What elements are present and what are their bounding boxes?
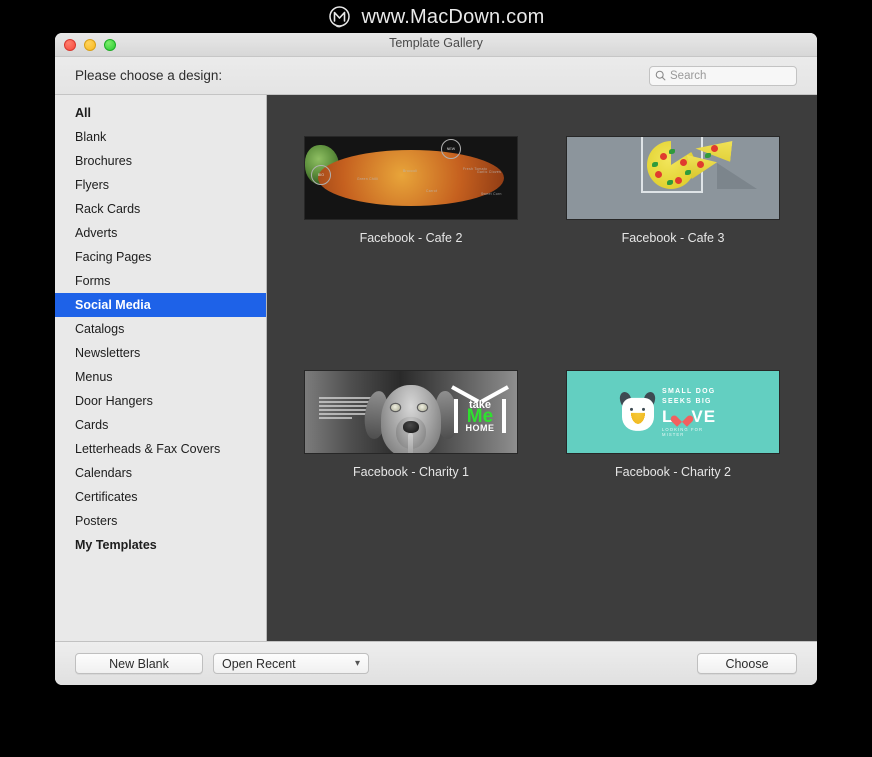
pepperoni-art: [711, 145, 718, 152]
basil-art: [685, 170, 691, 175]
charity2-lockup: SMALL DOG SEEKS BIG L VE LOOKING FOR MIS…: [618, 387, 726, 437]
headline-line-3: L VE: [662, 408, 726, 425]
chalk-label: Garlic Cloves: [477, 170, 502, 174]
chalk-label: Sweet Corn: [481, 192, 502, 196]
choose-button[interactable]: Choose: [697, 653, 797, 674]
dog-nose-art: [403, 421, 419, 433]
window-titlebar: Template Gallery: [55, 33, 817, 57]
charity2-text-block: SMALL DOG SEEKS BIG L VE LOOKING FOR MIS…: [662, 387, 726, 437]
heart-icon: [675, 410, 689, 423]
window-footer: New Blank Open Recent ▾ Choose: [55, 641, 817, 685]
sidebar-item-cards[interactable]: Cards: [55, 413, 266, 437]
sidebar-item-menus[interactable]: Menus: [55, 365, 266, 389]
basil-art: [667, 180, 673, 185]
template-thumbnail-teal-small-dog[interactable]: SMALL DOG SEEKS BIG L VE LOOKING FOR MIS…: [567, 371, 779, 453]
sidebar-item-calendars[interactable]: Calendars: [55, 461, 266, 485]
headline-ve-letters: VE: [691, 407, 717, 427]
dog-photo-art: [362, 377, 460, 453]
macdown-circle-m-logo: [329, 5, 351, 27]
window-body: All Blank Brochures Flyers Rack Cards Ad…: [55, 95, 817, 641]
pepperoni-art: [697, 161, 704, 168]
badge-bio: BIO: [311, 165, 331, 185]
sidebar-item-flyers[interactable]: Flyers: [55, 173, 266, 197]
new-blank-button[interactable]: New Blank: [75, 653, 203, 674]
sidebar-item-newsletters[interactable]: Newsletters: [55, 341, 266, 365]
pepperoni-art: [660, 153, 667, 160]
sidebar-item-certificates[interactable]: Certificates: [55, 485, 266, 509]
macdown-watermark-banner: www.MacDown.com: [0, 0, 872, 34]
basil-art: [652, 162, 658, 167]
template-label: Facebook - Charity 2: [614, 465, 732, 479]
sidebar-item-posters[interactable]: Posters: [55, 509, 266, 533]
search-icon: [655, 70, 666, 81]
dog-eye-art: [418, 404, 427, 411]
headline-line-2: SEEKS BIG: [661, 398, 712, 405]
template-label: Facebook - Cafe 2: [359, 231, 463, 245]
sidebar-item-brochures[interactable]: Brochures: [55, 149, 266, 173]
template-gallery-window: Template Gallery Please choose a design:…: [55, 33, 817, 685]
headline-home: HOME: [465, 423, 495, 433]
sidebar-item-rack-cards[interactable]: Rack Cards: [55, 197, 266, 221]
sidebar-item-all[interactable]: All: [55, 101, 266, 125]
chevron-down-icon: ▾: [354, 658, 360, 669]
page-title: Please choose a design:: [75, 68, 223, 83]
dog-chest-art: [408, 433, 413, 453]
sidebar-item-adverts[interactable]: Adverts: [55, 221, 266, 245]
search-input[interactable]: [670, 69, 791, 82]
open-recent-dropdown[interactable]: Open Recent ▾: [213, 653, 369, 674]
template-card-facebook-cafe-2[interactable]: Fresh Tomato Sweet Corn Green Chilli Bro…: [301, 137, 521, 271]
headline-line-1: SMALL DOG: [661, 387, 716, 395]
sidebar-item-social-media[interactable]: Social Media: [55, 293, 266, 317]
sidebar-item-catalogs[interactable]: Catalogs: [55, 317, 266, 341]
badge-new: NEW: [441, 139, 461, 159]
template-thumbnail-gray-pizza-box[interactable]: [567, 137, 779, 219]
template-card-facebook-cafe-3[interactable]: Facebook - Cafe 3: [563, 137, 783, 271]
pepperoni-art: [655, 171, 662, 178]
sidebar-item-my-templates[interactable]: My Templates: [55, 533, 266, 557]
chalk-label: Green Chilli: [357, 177, 379, 181]
basil-art: [669, 149, 675, 154]
sidebar-item-forms[interactable]: Forms: [55, 269, 266, 293]
sidebar-item-door-hangers[interactable]: Door Hangers: [55, 389, 266, 413]
window-title: Template Gallery: [389, 36, 483, 50]
slice-shadow-art: [717, 163, 757, 189]
sidebar-item-blank[interactable]: Blank: [55, 125, 266, 149]
template-thumbnail-dark-food-photo[interactable]: Fresh Tomato Sweet Corn Green Chilli Bro…: [305, 137, 517, 219]
template-card-facebook-charity-2[interactable]: SMALL DOG SEEKS BIG L VE LOOKING FOR MIS…: [563, 371, 783, 505]
sidebar-item-facing-pages[interactable]: Facing Pages: [55, 245, 266, 269]
template-card-facebook-charity-1[interactable]: take Me HOME Facebook - Charity 1: [301, 371, 521, 505]
category-sidebar[interactable]: All Blank Brochures Flyers Rack Cards Ad…: [55, 95, 267, 641]
search-field[interactable]: [649, 65, 797, 86]
dog-eye-art: [391, 404, 400, 411]
chalk-label: Carrot: [426, 189, 438, 193]
open-recent-label: Open Recent: [222, 656, 296, 671]
chalk-label: Broccoli: [403, 169, 418, 173]
pepperoni-art: [675, 177, 682, 184]
macdown-brand-text: www.MacDown.com: [361, 5, 545, 28]
gallery-header: Please choose a design:: [55, 57, 817, 95]
subheadline: LOOKING FOR MISTER: [661, 427, 704, 438]
template-label: Facebook - Charity 1: [352, 465, 470, 479]
template-label: Facebook - Cafe 3: [621, 231, 725, 245]
template-grid: Fresh Tomato Sweet Corn Green Chilli Bro…: [267, 95, 817, 641]
pepperoni-art: [680, 159, 687, 166]
sidebar-item-letterheads-fax-covers[interactable]: Letterheads & Fax Covers: [55, 437, 266, 461]
basil-art: [705, 153, 711, 158]
template-thumbnail-bw-dog[interactable]: take Me HOME: [305, 371, 517, 453]
house-outline-icon: take Me HOME: [453, 385, 507, 433]
small-dog-icon: [618, 390, 657, 432]
